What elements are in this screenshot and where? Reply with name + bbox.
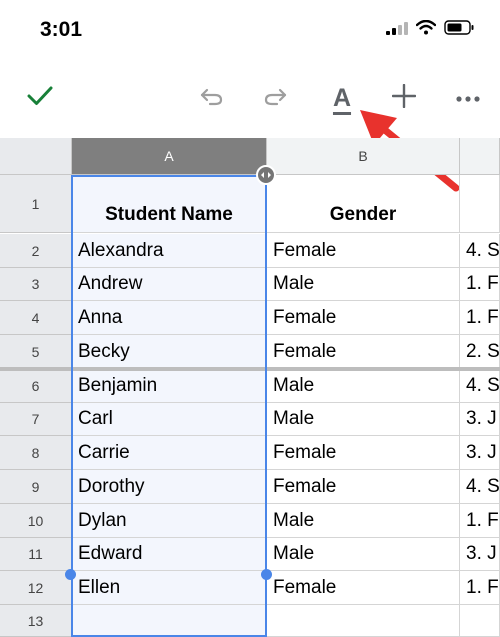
table-cell[interactable] <box>72 605 267 637</box>
confirm-button[interactable] <box>18 70 62 126</box>
table-cell[interactable]: Edward <box>72 538 267 571</box>
checkmark-icon <box>27 85 53 112</box>
battery-icon <box>444 20 474 40</box>
column-a-label: A <box>164 148 174 164</box>
table-cell[interactable]: 1. F <box>460 504 500 538</box>
selection-handle-left[interactable] <box>65 569 76 580</box>
table-cell[interactable] <box>460 605 500 637</box>
row-number: 6 <box>31 377 40 394</box>
table-cell[interactable]: Ellen <box>72 571 267 605</box>
row-header[interactable]: 6 <box>0 369 72 403</box>
table-cell[interactable]: 4. S <box>460 470 500 504</box>
row-header[interactable]: 2 <box>0 234 72 268</box>
row-number: 13 <box>27 612 44 629</box>
table-cell[interactable]: Male <box>267 268 460 301</box>
row-header[interactable]: 10 <box>0 504 72 538</box>
table-cell[interactable]: Female <box>267 301 460 335</box>
select-all-corner[interactable] <box>0 138 72 175</box>
row-number: 10 <box>27 512 44 529</box>
table-cell[interactable]: Alexandra <box>72 234 267 268</box>
redo-icon <box>263 86 287 111</box>
table-cell[interactable]: 4. S <box>460 234 500 268</box>
table-cell[interactable]: 1. F <box>460 301 500 335</box>
text-format-label: A <box>332 84 352 112</box>
table-cell[interactable]: Dylan <box>72 504 267 538</box>
row-header[interactable]: 5 <box>0 335 72 369</box>
row-header[interactable]: 8 <box>0 436 72 470</box>
row-header[interactable]: 4 <box>0 301 72 335</box>
row-number: 1 <box>31 195 40 212</box>
undo-icon <box>200 86 224 111</box>
column-resize-handle[interactable] <box>256 165 276 185</box>
table-cell[interactable]: 2. S <box>460 335 500 369</box>
table-cell[interactable]: Female <box>267 234 460 268</box>
resize-arrows-icon <box>261 172 271 178</box>
table-cell[interactable]: Student Name <box>72 175 267 233</box>
row-header[interactable]: 7 <box>0 403 72 436</box>
status-bar: 3:01 <box>0 0 500 60</box>
row-number: 3 <box>31 276 40 292</box>
row-number: 8 <box>31 444 40 461</box>
text-format-icon: A <box>332 84 352 112</box>
table-cell[interactable]: Female <box>267 436 460 470</box>
status-icons <box>386 19 474 40</box>
row-number: 11 <box>28 546 43 562</box>
status-time: 3:01 <box>40 18 83 41</box>
table-cell[interactable]: Gender <box>267 175 460 233</box>
row-number: 12 <box>27 579 44 596</box>
table-cell[interactable]: Benjamin <box>72 369 267 403</box>
row-header[interactable]: 3 <box>0 268 72 301</box>
column-header-c[interactable] <box>460 138 500 175</box>
row-number: 9 <box>31 478 40 495</box>
table-cell[interactable]: Female <box>267 571 460 605</box>
table-cell[interactable]: Becky <box>72 335 267 369</box>
table-cell[interactable]: Carl <box>72 403 267 436</box>
table-cell[interactable]: Anna <box>72 301 267 335</box>
table-cell[interactable]: 4. S <box>460 369 500 403</box>
table-cell[interactable]: 3. J <box>460 538 500 571</box>
table-cell[interactable]: Female <box>267 335 460 369</box>
table-cell[interactable]: Dorothy <box>72 470 267 504</box>
table-cell[interactable]: Male <box>267 403 460 436</box>
row-header[interactable]: 1 <box>0 175 72 233</box>
spreadsheet-grid: A B 1 Student Name Gender 2 Alexandra Female 4… <box>0 138 500 637</box>
wifi-icon <box>415 19 437 40</box>
column-header-b[interactable]: B <box>267 138 460 175</box>
table-cell[interactable]: Carrie <box>72 436 267 470</box>
selection-handle-right[interactable] <box>261 569 272 580</box>
row-number: 2 <box>31 242 40 259</box>
row-header[interactable]: 11 <box>0 538 72 571</box>
undo-button[interactable] <box>192 70 232 126</box>
signal-icon <box>386 21 408 40</box>
column-b-label: B <box>358 148 368 164</box>
redo-button[interactable] <box>255 70 295 126</box>
table-cell[interactable]: 1. F <box>460 571 500 605</box>
table-cell[interactable]: 1. F <box>460 268 500 301</box>
column-header-a[interactable]: A <box>72 138 267 175</box>
table-cell[interactable]: Andrew <box>72 268 267 301</box>
row-number: 7 <box>31 411 40 427</box>
frozen-row-divider[interactable] <box>0 367 500 371</box>
table-cell[interactable] <box>267 605 460 637</box>
table-cell[interactable] <box>460 175 500 233</box>
table-cell[interactable]: Male <box>267 369 460 403</box>
table-cell[interactable]: 3. J <box>460 436 500 470</box>
table-cell[interactable]: Male <box>267 538 460 571</box>
row-header[interactable]: 13 <box>0 605 72 637</box>
row-header[interactable]: 9 <box>0 470 72 504</box>
row-number: 5 <box>31 343 40 360</box>
row-header[interactable]: 12 <box>0 571 72 605</box>
table-cell[interactable]: 3. J <box>460 403 500 436</box>
row-number: 4 <box>31 309 40 326</box>
table-cell[interactable]: Female <box>267 470 460 504</box>
table-cell[interactable]: Male <box>267 504 460 538</box>
